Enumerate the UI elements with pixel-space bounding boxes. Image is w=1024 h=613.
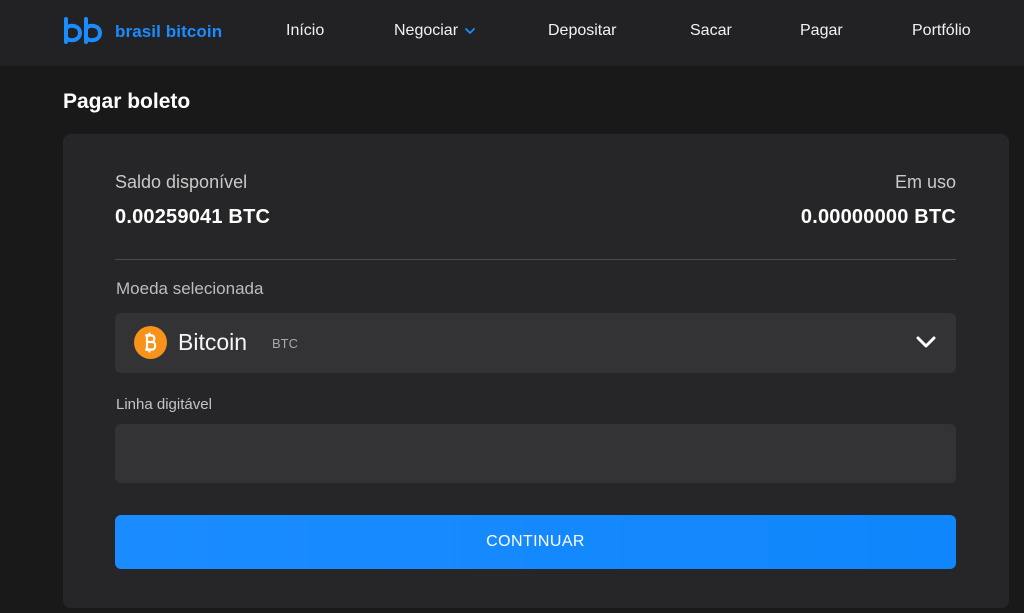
nav-item-negociar[interactable]: Negociar	[394, 22, 475, 40]
nav-item-label: Depositar	[548, 22, 617, 39]
available-balance-label: Saldo disponível	[115, 172, 248, 192]
in-use-value: 0.00000000 BTC	[800, 206, 956, 228]
selected-currency-name: Bitcoin	[178, 329, 248, 355]
selected-currency-label: Moeda selecionada	[116, 279, 264, 298]
selected-currency-symbol: BTC	[272, 336, 298, 351]
in-use-label: Em uso	[894, 172, 956, 192]
chevron-down-icon	[916, 335, 936, 354]
nav-item-label: Negociar	[394, 22, 459, 39]
nav-item-sacar[interactable]: Sacar	[690, 22, 732, 40]
payment-card: Saldo disponível 0.00259041 BTC Em uso 0…	[63, 134, 1009, 608]
nav-item-label: Sacar	[690, 22, 732, 39]
top-navbar: brasil bitcoin Início Negociar Depositar…	[0, 0, 1024, 66]
brand-name: brasil bitcoin	[115, 22, 223, 41]
bitcoin-icon	[134, 326, 167, 359]
divider	[115, 259, 956, 260]
chevron-down-icon	[465, 22, 475, 40]
page-title: Pagar boleto	[63, 90, 191, 113]
nav-item-inicio[interactable]: Início	[286, 22, 324, 40]
barcode-line-input[interactable]	[115, 424, 956, 483]
nav-item-depositar[interactable]: Depositar	[548, 22, 616, 40]
brand-logo[interactable]: brasil bitcoin	[63, 16, 222, 48]
nav-item-label: Pagar	[800, 22, 843, 39]
continue-button[interactable]: CONTINUAR	[115, 515, 956, 569]
available-balance-value: 0.00259041 BTC	[115, 206, 271, 228]
nav-item-label: Portfólio	[912, 22, 971, 39]
nav-item-label: Início	[286, 22, 325, 39]
nav-item-portfolio[interactable]: Portfólio	[912, 22, 971, 40]
barcode-line-label: Linha digitável	[116, 396, 212, 413]
currency-select[interactable]: Bitcoin BTC	[115, 313, 956, 373]
nav-item-pagar[interactable]: Pagar	[800, 22, 843, 40]
brasil-bitcoin-logo-icon	[64, 17, 103, 44]
